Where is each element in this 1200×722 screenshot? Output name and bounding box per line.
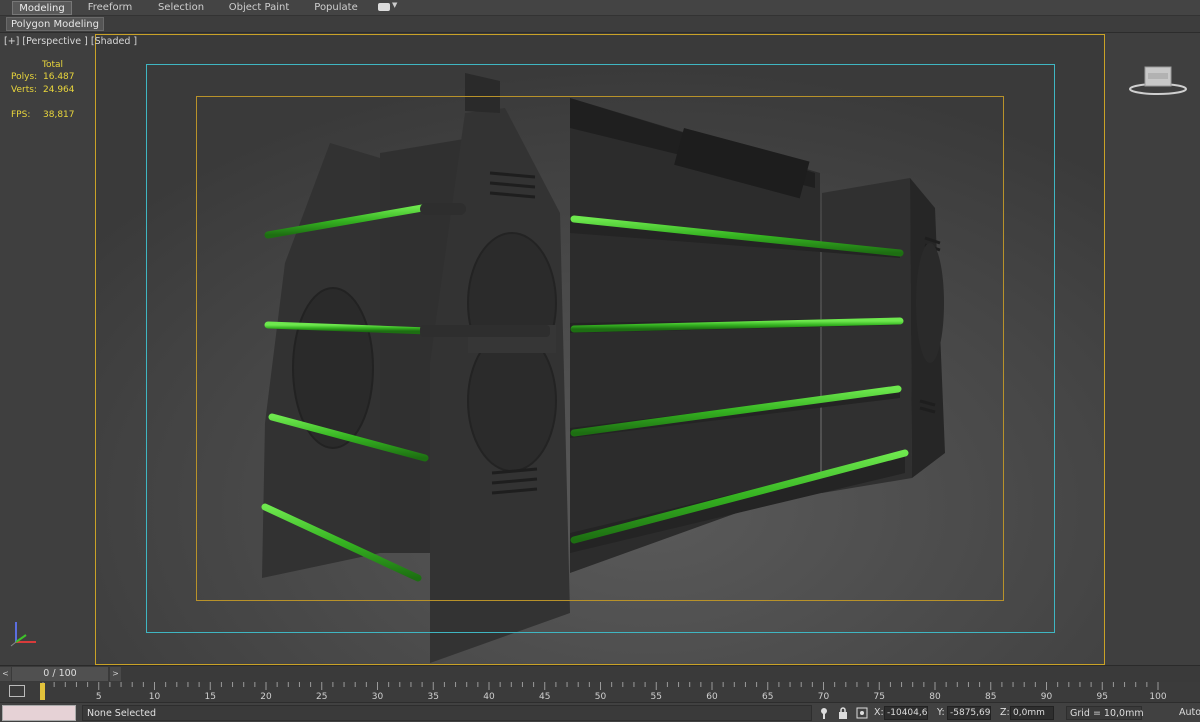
- status-bar: None Selected X: -10404,69€ Y: -5875,697…: [0, 702, 1200, 722]
- verts-label: Verts:: [11, 85, 37, 95]
- ruler-tick-label: 65: [762, 692, 773, 702]
- polygon-modeling-button[interactable]: Polygon Modeling: [6, 17, 104, 31]
- ruler-tick-label: 15: [205, 692, 216, 702]
- ruler-tick-label: 60: [706, 692, 718, 702]
- track-bar[interactable]: 5 10 15 20 25 30 35 40 45 50 55 60 65 70 75 80 85 90 95 100: [0, 682, 1200, 702]
- ruler-tick-label: 90: [1041, 692, 1053, 702]
- y-coord-label: Y:: [937, 707, 945, 718]
- ruler-tick-label: 5: [96, 692, 102, 702]
- ruler-tick-label: 35: [428, 692, 439, 702]
- polys-label: Polys:: [11, 72, 38, 82]
- viewcube-icon[interactable]: [1128, 63, 1188, 98]
- selection-status: None Selected: [82, 705, 812, 721]
- ruler-tick-label: 55: [651, 692, 662, 702]
- isolate-icon[interactable]: [818, 707, 830, 719]
- display-options-icon[interactable]: [378, 3, 390, 11]
- x-coord-field[interactable]: -10404,69€: [884, 706, 928, 720]
- viewport-label-menu[interactable]: [+] [Perspective ] [Shaded ]: [4, 36, 137, 47]
- ruler-tick-label: 25: [316, 692, 327, 702]
- fps-label: FPS:: [11, 110, 31, 120]
- grid-size-display: Grid = 10,0mm: [1066, 706, 1144, 720]
- time-slider-handle[interactable]: [40, 683, 45, 700]
- ruler-tick-label: 80: [929, 692, 941, 702]
- absolute-mode-icon[interactable]: [856, 707, 868, 719]
- ruler-tick-label: 10: [149, 692, 161, 702]
- perspective-viewport[interactable]: [+] [Perspective ] [Shaded ] Total Polys…: [0, 33, 1200, 665]
- ruler-tick-label: 40: [483, 692, 495, 702]
- curve-editor-icon[interactable]: [9, 685, 25, 697]
- frame-counter[interactable]: 0 / 100: [12, 667, 108, 681]
- fps-value: 38,817: [43, 110, 75, 120]
- prev-frame-icon[interactable]: <: [0, 667, 11, 681]
- chevron-down-icon[interactable]: ▼: [392, 1, 397, 9]
- axis-tripod-icon: [10, 622, 36, 647]
- tab-object-paint[interactable]: Object Paint: [228, 1, 290, 15]
- ribbon-panel: Polygon Modeling: [0, 16, 1200, 33]
- ruler-tick-label: 95: [1097, 692, 1108, 702]
- ruler-tick-label: 45: [539, 692, 550, 702]
- ruler-tick-label: 30: [372, 692, 384, 702]
- ruler-tick-label: 20: [260, 692, 272, 702]
- ruler-tick-label: 85: [985, 692, 996, 702]
- stats-header: Total: [42, 60, 64, 70]
- z-coord-field[interactable]: 0,0mm: [1010, 706, 1054, 720]
- tab-populate[interactable]: Populate: [312, 1, 360, 15]
- ruler-tick-label: 70: [818, 692, 830, 702]
- lock-icon[interactable]: [837, 707, 849, 719]
- safe-frame-inner: [196, 96, 1004, 601]
- tab-modeling[interactable]: Modeling: [12, 1, 72, 15]
- y-coord-field[interactable]: -5875,697r: [947, 706, 991, 720]
- tab-selection[interactable]: Selection: [154, 1, 208, 15]
- next-frame-icon[interactable]: >: [110, 667, 121, 681]
- ribbon-tab-bar: Modeling Freeform Selection Object Paint…: [0, 0, 1200, 16]
- ruler-tick-label: 50: [595, 692, 607, 702]
- polys-value: 16.487: [43, 72, 75, 82]
- auto-key-button[interactable]: Auto: [1179, 707, 1200, 718]
- frame-ruler: 5 10 15 20 25 30 35 40 45 50 55 60 65 70 75 80 85 90 95 100: [42, 682, 1167, 702]
- tab-freeform[interactable]: Freeform: [84, 1, 136, 15]
- x-coord-label: X:: [874, 707, 884, 718]
- maxscript-listener-field[interactable]: [2, 705, 76, 721]
- verts-value: 24.964: [43, 85, 75, 95]
- z-coord-label: Z:: [1000, 707, 1010, 718]
- ruler-tick-label: 75: [874, 692, 885, 702]
- ruler-tick-label: 100: [1149, 692, 1166, 702]
- time-slider-bar[interactable]: < 0 / 100 >: [0, 665, 1200, 682]
